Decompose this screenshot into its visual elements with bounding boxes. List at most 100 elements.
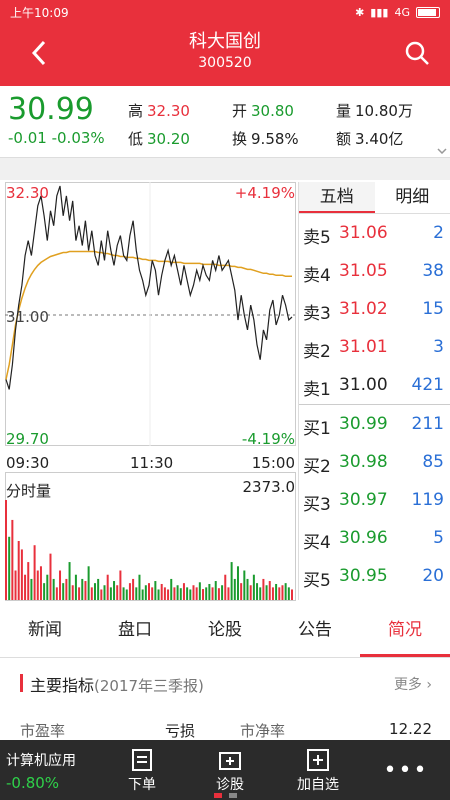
volume-bar [135,587,138,600]
signal-icon: ▮▮▮ [370,5,389,19]
volume-bar [176,585,179,600]
level-volume: 119 [411,490,444,510]
volume-bar [284,583,287,600]
stock-name: 科大国创 [189,31,261,52]
level-label: 买4 [303,533,331,553]
volume-bar [189,589,192,600]
time-end-label: 15:00 [251,454,295,472]
volume-bar [182,583,185,600]
tab-details[interactable]: 明细 [375,182,450,213]
volume-bar [157,589,160,600]
volume-bar [202,589,205,600]
volume-title: 分时量 [6,482,52,500]
low-value: 30.20 [147,130,190,148]
level-price: 30.99 [339,414,388,434]
more-label: 更多 [393,677,422,693]
sell-level-row[interactable]: 卖3 31.02 15 [299,290,450,328]
volume-bar [271,587,274,600]
level-label: 卖1 [303,380,331,400]
volume-bar [160,583,163,600]
indicators-title: 主要指标 [30,676,95,695]
tab-handicap[interactable]: 盘口 [90,602,180,657]
bottom-nav: 计算机应用 -0.80% 下单 诊股 加自选 ••• [0,740,450,800]
volume-bar [230,562,233,600]
volume-bar [17,541,20,600]
volume-bar [106,574,109,600]
volume-bar [195,587,198,600]
header-bar: 上午10:09 ✱ ▮▮▮ 4G 科大国创 300520 [0,0,450,86]
buy-level-row[interactable]: 买1 30.99 211 [299,405,450,443]
volume-bar [236,566,239,600]
volume-bar [14,570,17,600]
level-volume: 20 [422,566,444,586]
volume-bar [11,519,14,600]
high-value: 32.30 [147,102,190,120]
volume-bar [211,587,214,600]
volume-bar [262,578,265,600]
amount-label: 额 [336,130,352,148]
volume-bar [138,574,141,600]
change-value: -0.01 [8,129,47,147]
volume-bar [151,587,154,600]
sell-level-row[interactable]: 卖2 31.01 3 [299,328,450,366]
level-label: 买1 [303,419,331,439]
volume-bar [43,583,46,600]
buy-level-row[interactable]: 买2 30.98 85 [299,443,450,481]
more-menu-button[interactable]: ••• [362,740,450,800]
network-type: 4G [394,5,410,19]
volume-bar [8,536,11,600]
pb-label: 市净率 [240,722,286,740]
volume-bar [265,585,268,600]
sell-level-row[interactable]: 卖5 31.06 2 [299,214,450,252]
add-watch-label: 加自选 [297,777,339,793]
open-label: 开 [232,102,248,120]
tab-profile[interactable]: 简况 [360,602,450,657]
key-indicators-section: 主要指标(2017年三季报) 更多 › 市盈率 亏损 市净率 12.22 [0,660,450,740]
sector-change: -0.80% [6,774,60,792]
volume-bar [68,562,71,600]
sell-levels: 卖5 31.06 2 卖4 31.05 38 卖3 31.02 15 卖2 31.01 3 卖1 31.0… [299,214,450,404]
diagnose-button[interactable]: 诊股 [186,740,274,800]
level-label: 卖3 [303,304,331,324]
volume-bar [281,585,284,600]
level-price: 31.00 [339,375,388,395]
sell-level-row[interactable]: 卖4 31.05 38 [299,252,450,290]
volume-bar [186,587,189,600]
tab-discussion[interactable]: 论股 [180,602,270,657]
tab-announcements[interactable]: 公告 [270,602,360,657]
level-label: 买3 [303,495,331,515]
open-item: 开 30.80 [232,100,294,121]
volume-bar [179,588,182,600]
volume-bar [65,578,68,600]
level-label: 卖5 [303,228,331,248]
volume-bar [208,583,211,600]
volume-bar [141,589,144,600]
buy-level-row[interactable]: 买5 30.95 20 [299,557,450,595]
indicators-period: (2017年三季报) [94,677,204,695]
buy-level-row[interactable]: 买4 30.96 5 [299,519,450,557]
add-watch-button[interactable]: 加自选 [274,740,362,800]
volume-bar [249,585,252,600]
volume-bar [49,553,52,600]
level-price: 30.98 [339,452,388,472]
sell-level-row[interactable]: 卖1 31.00 421 [299,366,450,404]
sector-index[interactable]: 计算机应用 -0.80% [0,740,98,800]
tab-five-levels[interactable]: 五档 [299,182,375,213]
volume-bar [170,578,173,600]
tab-news[interactable]: 新闻 [0,602,90,657]
volume-bar [119,570,122,600]
order-button[interactable]: 下单 [98,740,186,800]
more-link[interactable]: 更多 › [394,674,432,694]
level-price: 31.05 [339,261,388,281]
chevron-down-icon[interactable] [437,148,447,154]
buy-level-row[interactable]: 买3 30.97 119 [299,481,450,519]
price-change: -0.01 -0.03% [8,129,105,147]
volume-bar [246,578,249,600]
volume-max-label: 2373.0 [242,478,296,496]
search-icon[interactable] [404,40,430,66]
intraday-chart[interactable]: 32.30 +4.19% 31.00 29.70 -4.19% 09:30 11… [5,182,297,602]
status-bar: 上午10:09 ✱ ▮▮▮ 4G [0,0,450,24]
volume-bar [256,583,259,600]
back-arrow-icon[interactable] [26,38,54,68]
volume-bar [132,578,135,600]
